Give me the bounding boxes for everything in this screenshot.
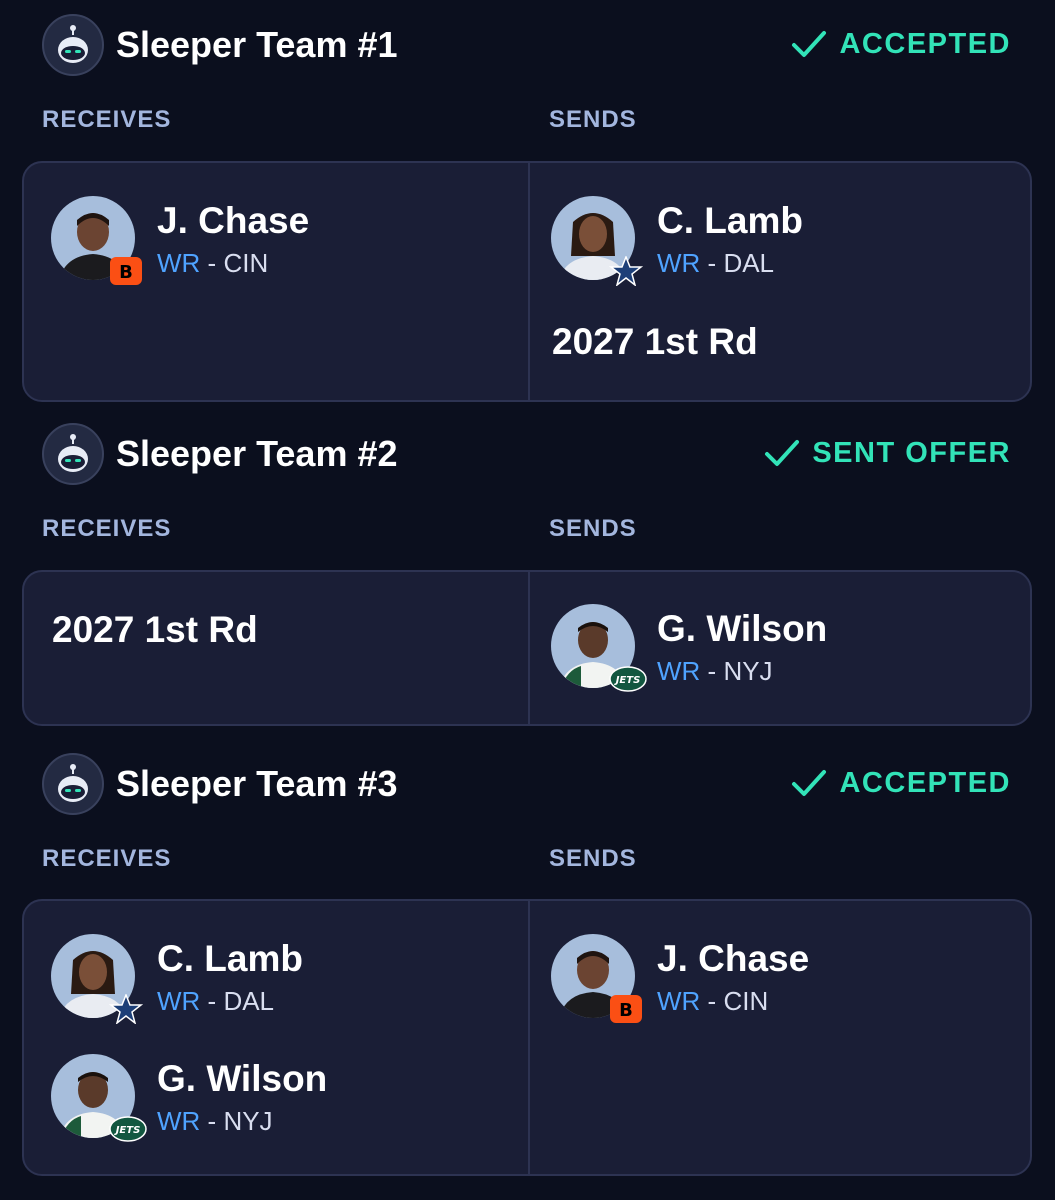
status-text: ACCEPTED [839, 767, 1011, 799]
player-team: DAL [723, 248, 775, 278]
player-team: CIN [723, 986, 769, 1016]
status-text: SENT OFFER [812, 437, 1011, 469]
draft-pick[interactable]: 2027 1st Rd [552, 321, 758, 363]
player-name: G. Wilson [157, 1058, 328, 1099]
player-position: WR [657, 986, 701, 1016]
trade-1: Sleeper Team #1 ACCEPTED RECEIVES SENDS … [0, 0, 1055, 410]
player-item[interactable]: JETS G. Wilson WR - NYJ [551, 604, 1011, 704]
svg-text:B: B [619, 1000, 633, 1021]
status-badge: SENT OFFER [764, 437, 1011, 470]
team-name: Sleeper Team #1 [116, 24, 398, 65]
sleeper-avatar-icon [42, 14, 104, 76]
trade-3: Sleeper Team #3 ACCEPTED RECEIVES SENDS … [0, 739, 1055, 1200]
player-item[interactable]: C. Lamb WR - DAL [551, 196, 1011, 296]
player-team: DAL [223, 986, 275, 1016]
column-divider [528, 572, 530, 724]
status-text: ACCEPTED [839, 28, 1011, 60]
player-position: WR [157, 1106, 201, 1136]
player-meta: WR - CIN [157, 248, 269, 278]
trade-header[interactable]: Sleeper Team #3 ACCEPTED [0, 739, 1055, 819]
trade-2: Sleeper Team #2 SENT OFFER RECEIVES SEND… [0, 409, 1055, 739]
receives-label: RECEIVES [42, 845, 172, 872]
player-name: J. Chase [657, 938, 810, 979]
player-name: G. Wilson [657, 608, 828, 649]
bengals-logo-icon: B [109, 256, 143, 286]
player-position: WR [157, 248, 201, 278]
player-item[interactable]: JETS G. Wilson WR - NYJ [51, 1054, 511, 1154]
player-meta: WR - CIN [657, 986, 769, 1016]
draft-pick[interactable]: 2027 1st Rd [52, 609, 258, 651]
trade-header[interactable]: Sleeper Team #2 SENT OFFER [0, 409, 1055, 489]
player-position: WR [657, 248, 701, 278]
player-name: C. Lamb [657, 200, 803, 241]
team-name: Sleeper Team #3 [116, 763, 398, 804]
check-icon [791, 769, 827, 799]
team-name: Sleeper Team #2 [116, 433, 398, 474]
cowboys-star-icon [108, 992, 144, 1025]
svg-text:B: B [119, 262, 133, 283]
trade-card: C. Lamb WR - DAL JETS G. Wilson WR - NYJ… [22, 899, 1032, 1176]
player-position: WR [157, 986, 201, 1016]
sends-label: SENDS [549, 515, 637, 542]
receives-label: RECEIVES [42, 515, 172, 542]
sends-label: SENDS [549, 106, 637, 133]
svg-text:JETS: JETS [114, 1125, 141, 1136]
trade-card: 2027 1st Rd JETS G. Wilson WR - NYJ [22, 570, 1032, 726]
sends-label: SENDS [549, 845, 637, 872]
status-badge: ACCEPTED [791, 767, 1011, 800]
player-name: J. Chase [157, 200, 310, 241]
jets-logo-icon: JETS [109, 1114, 147, 1144]
column-divider [528, 901, 530, 1174]
check-icon [764, 439, 800, 469]
bengals-logo-icon: B [609, 994, 643, 1024]
sleeper-avatar-icon [42, 753, 104, 815]
cowboys-star-icon [608, 254, 644, 287]
player-meta: WR - NYJ [657, 656, 773, 686]
player-meta: WR - DAL [157, 986, 275, 1016]
player-item[interactable]: C. Lamb WR - DAL [51, 934, 511, 1034]
receives-label: RECEIVES [42, 106, 172, 133]
jets-logo-icon: JETS [609, 664, 647, 694]
trade-header[interactable]: Sleeper Team #1 ACCEPTED [0, 0, 1055, 80]
player-position: WR [657, 656, 701, 686]
column-divider [528, 163, 530, 400]
player-meta: WR - NYJ [157, 1106, 273, 1136]
player-team: NYJ [223, 1106, 273, 1136]
player-item[interactable]: B J. Chase WR - CIN [51, 196, 511, 296]
svg-text:JETS: JETS [614, 675, 641, 686]
sleeper-avatar-icon [42, 423, 104, 485]
check-icon [791, 30, 827, 60]
player-meta: WR - DAL [657, 248, 775, 278]
player-item[interactable]: B J. Chase WR - CIN [551, 934, 1011, 1034]
trade-card: B J. Chase WR - CIN C. Lamb WR - DAL 202… [22, 161, 1032, 402]
player-name: C. Lamb [157, 938, 303, 979]
player-team: CIN [223, 248, 269, 278]
player-team: NYJ [723, 656, 773, 686]
status-badge: ACCEPTED [791, 28, 1011, 61]
